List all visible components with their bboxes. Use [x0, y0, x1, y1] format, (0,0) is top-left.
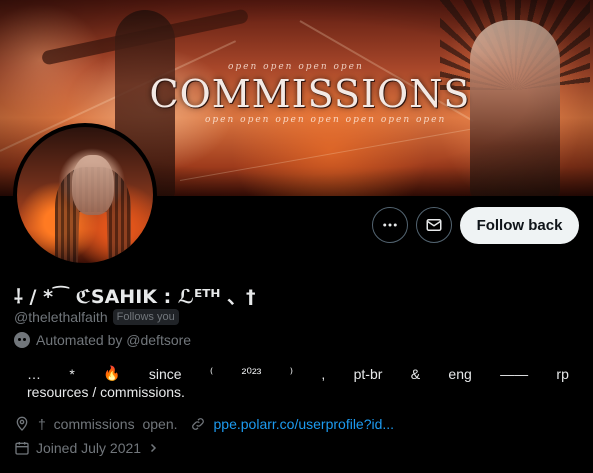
- bio-line-2: resources / commissions.: [27, 384, 185, 400]
- bio-token: ⁾: [289, 365, 294, 381]
- calendar-icon: [15, 442, 29, 455]
- message-button[interactable]: [416, 207, 452, 243]
- bio-token: pt-br: [353, 365, 383, 382]
- location-text: † commissions open.: [38, 416, 178, 432]
- envelope-icon: [426, 219, 442, 231]
- bio-token: &: [410, 365, 421, 382]
- handle: @thelethalfaith: [14, 309, 108, 325]
- bot-icon: [14, 332, 30, 348]
- bio-token: rp: [556, 365, 569, 382]
- automated-label[interactable]: Automated by @deftsore: [14, 332, 191, 348]
- bio-token: *: [69, 365, 75, 382]
- bio-token: ,: [321, 365, 326, 382]
- website-link[interactable]: ppe.polarr.co/userprofile?id...: [214, 416, 395, 432]
- joined-row[interactable]: Joined July 2021: [14, 440, 159, 456]
- banner-script-bottom: open open open open open open open: [205, 115, 447, 125]
- banner-title: COMMISSIONS: [149, 72, 471, 116]
- chevron-right-icon: [151, 443, 157, 453]
- bio-token: eng: [448, 365, 472, 382]
- display-name: ⸸ / *⁀ ℭSAHIK : ℒᴱᵀᴴ 、†: [14, 286, 256, 308]
- bio-token: ²⁰²³: [241, 365, 262, 381]
- bio-token: ——: [500, 365, 529, 382]
- location-pin-icon: [16, 416, 28, 431]
- joined-date: Joined July 2021: [36, 440, 142, 456]
- handle-row: @thelethalfaith Follows you: [14, 309, 179, 325]
- more-options-button[interactable]: [372, 207, 408, 243]
- more-horizontal-icon: [383, 223, 397, 227]
- link-icon: [191, 418, 204, 430]
- bio-token: ⁽: [209, 365, 214, 381]
- banner-script-top: open open open open: [228, 62, 364, 72]
- profile-page: open open open open COMMISSIONS open ope…: [0, 0, 593, 473]
- profile-meta-row: † commissions open. ppe.polarr.co/userpr…: [14, 416, 394, 432]
- bio-token: …: [27, 365, 41, 382]
- bio-line-1: … * 🔥 since ⁽ ²⁰²³ ⁾ , pt-br & eng —— rp: [27, 365, 569, 382]
- follow-back-button[interactable]: Follow back: [460, 207, 579, 244]
- avatar[interactable]: [13, 123, 157, 267]
- fire-icon: 🔥: [103, 365, 121, 381]
- follows-you-badge: Follows you: [112, 309, 179, 325]
- bio-token: since: [148, 365, 182, 382]
- automated-by-text: Automated by @deftsore: [36, 332, 192, 348]
